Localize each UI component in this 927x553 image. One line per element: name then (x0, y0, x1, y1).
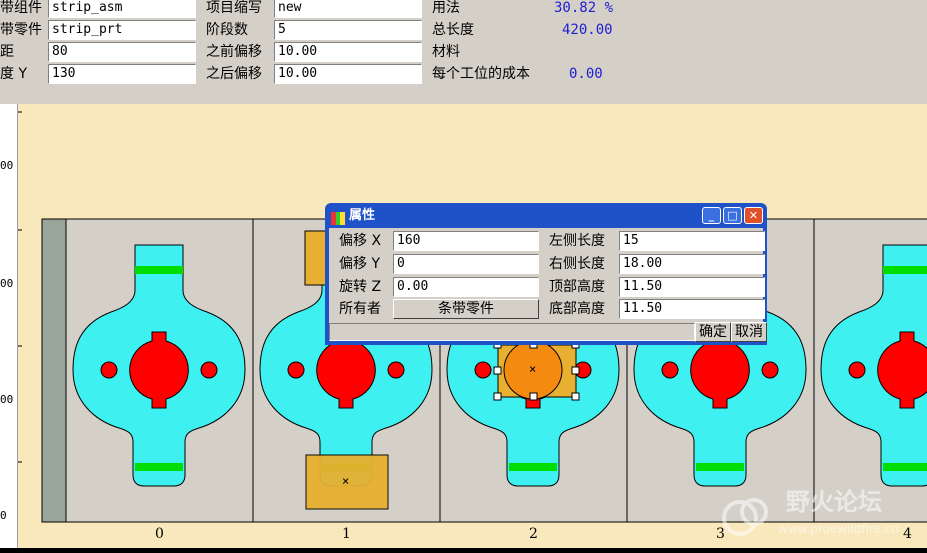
right-length-field[interactable]: 18.00 (619, 254, 765, 274)
ruler-tick-label: 00 (0, 159, 14, 172)
center-mark: × (529, 362, 537, 376)
close-button[interactable]: ✕ (744, 207, 763, 224)
usage-label: 用法 (432, 0, 460, 16)
strip-part-field[interactable]: strip_prt (48, 20, 196, 40)
strip-assembly-label: 带组件 (0, 0, 42, 16)
parameter-panel: 带组件 strip_asm 带零件 strip_prt 距 80 度 Y 130… (0, 0, 927, 104)
project-abbrev-label: 项目缩写 (206, 0, 262, 16)
center-mark: × (342, 474, 350, 488)
cost-per-station-label: 每个工位的成本 (432, 66, 530, 82)
bottom-height-field[interactable]: 11.50 (619, 299, 765, 319)
owner-button[interactable]: 条带零件 (393, 299, 539, 319)
stage-number: 2 (529, 526, 538, 542)
stage-count-label: 阶段数 (206, 22, 248, 38)
stage-count-field[interactable]: 5 (274, 20, 422, 40)
strip-assembly-field[interactable]: strip_asm (48, 0, 196, 18)
cost-per-station-value: 0.00 (569, 66, 603, 82)
watermark-logo-icon (722, 498, 768, 536)
offset-x-label: 偏移 X (339, 233, 382, 249)
right-length-label: 右侧长度 (549, 256, 605, 272)
status-area (329, 323, 695, 341)
rotate-z-field[interactable]: 0.00 (393, 277, 539, 297)
total-length-label: 总长度 (432, 22, 474, 38)
watermark-title: 野火论坛 (786, 488, 882, 516)
pitch-field[interactable]: 80 (48, 42, 196, 62)
strip-part-label: 带零件 (0, 22, 42, 38)
top-height-label: 顶部高度 (549, 279, 605, 295)
maximize-button[interactable]: □ (723, 207, 742, 224)
left-length-label: 左侧长度 (549, 233, 605, 249)
ruler-tick-label: 0 (0, 509, 7, 522)
offset-before-field[interactable]: 10.00 (274, 42, 422, 62)
offset-before-label: 之前偏移 (206, 44, 262, 60)
dialog-title: 属性 (349, 208, 376, 223)
dialog-titlebar[interactable]: 属性 _ □ ✕ (325, 203, 767, 228)
strip-start-scrap (41, 218, 67, 523)
width-y-field[interactable]: 130 (48, 64, 196, 84)
punch-feature-top (304, 230, 328, 286)
total-length-value: 420.00 (562, 22, 613, 38)
properties-dialog: 属性 _ □ ✕ 偏移 X 160 偏移 Y 0 旋转 Z 0.00 所有者 条… (325, 203, 767, 345)
top-height-field[interactable]: 11.50 (619, 277, 765, 297)
left-length-field[interactable]: 15 (619, 231, 765, 251)
material-label: 材料 (432, 44, 460, 60)
offset-y-label: 偏移 Y (339, 256, 381, 272)
bottom-height-label: 底部高度 (549, 301, 605, 317)
offset-after-field[interactable]: 10.00 (274, 64, 422, 84)
offset-y-field[interactable]: 0 (393, 254, 539, 274)
bottom-edge (0, 548, 927, 553)
app-icon (331, 209, 345, 225)
ruler-tick-label: 00 (0, 277, 14, 290)
cancel-button[interactable]: 取消 (731, 322, 767, 342)
stage-number: 1 (342, 526, 351, 542)
pitch-label: 距 (0, 44, 14, 60)
width-y-label: 度 Y (0, 66, 28, 82)
offset-after-label: 之后偏移 (206, 66, 262, 82)
ruler-tick-label: 00 (0, 393, 14, 406)
watermark-url: www.proewildfire.cn (778, 522, 899, 536)
minimize-button[interactable]: _ (702, 207, 721, 224)
ok-button[interactable]: 确定 (695, 322, 731, 342)
rotate-z-label: 旋转 Z (339, 279, 382, 295)
dialog-body: 偏移 X 160 偏移 Y 0 旋转 Z 0.00 所有者 条带零件 左侧长度 … (329, 228, 767, 342)
stage-number: 0 (155, 526, 164, 542)
watermark: 野火论坛 www.proewildfire.cn (718, 486, 918, 544)
vertical-ruler: 00 00 00 0 (0, 104, 18, 553)
project-abbrev-field[interactable]: new (274, 0, 422, 18)
offset-x-field[interactable]: 160 (393, 231, 539, 251)
usage-value: 30.82 % (554, 0, 614, 16)
owner-label: 所有者 (339, 301, 381, 317)
